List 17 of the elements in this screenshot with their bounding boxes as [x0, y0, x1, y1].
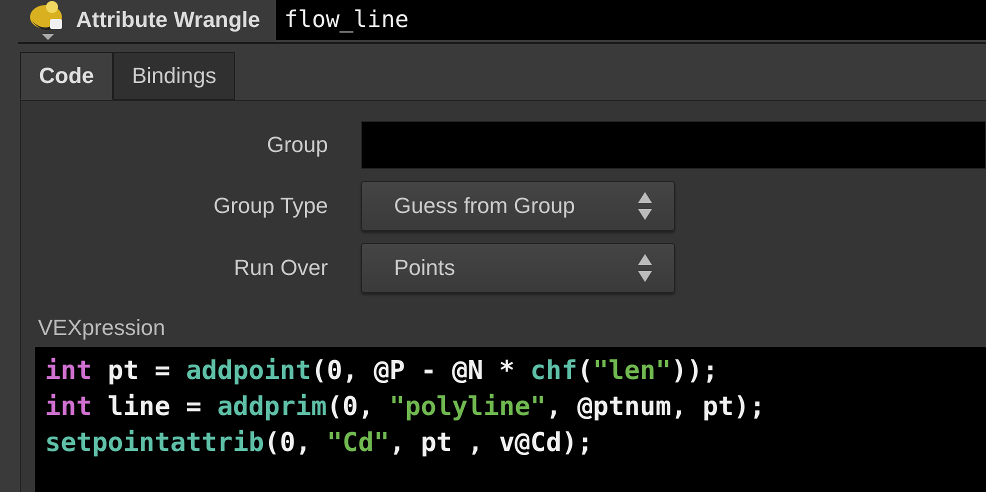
- parameter-label: Group Type: [213, 193, 328, 219]
- code-line: int line = addprim(0, "polyline", @ptnum, pt);: [45, 391, 766, 424]
- group-field[interactable]: [361, 121, 986, 169]
- node-name-field[interactable]: flow_line: [276, 0, 986, 40]
- code-editor[interactable]: int pt = addpoint(0, @P - @N * chf("len")); int line = addprim(0, "polyline", @ptnum, pt); setpointattrib(0, "Cd", pt , v@Cd);: [35, 347, 986, 492]
- parameter-label: Group: [266, 132, 328, 158]
- node-type-label: Attribute Wrangle: [76, 7, 260, 33]
- tab[interactable]: Bindings: [113, 52, 236, 100]
- code-line: int pt = addpoint(0, @P - @N * chf("len"));: [45, 355, 718, 388]
- parameter-label: Run Over: [234, 255, 328, 281]
- dropdown-menu[interactable]: Points: [361, 243, 675, 293]
- vexpression-label: VEXpression: [38, 315, 166, 341]
- dropdown-menu[interactable]: Guess from Group: [361, 181, 675, 231]
- up-down-arrows-icon: [637, 253, 653, 283]
- code-line: setpointattrib(0, "Cd", pt , v@Cd);: [45, 427, 593, 460]
- tab[interactable]: Code: [20, 52, 113, 100]
- up-down-arrows-icon: [637, 191, 653, 221]
